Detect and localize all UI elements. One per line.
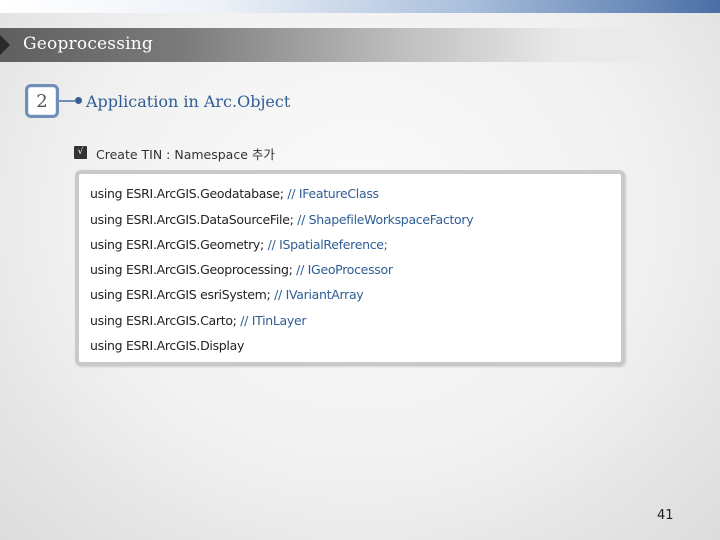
code-comment: // ISpatialReference; xyxy=(267,237,388,252)
code-line: using ESRI.ArcGIS.Geometry; // ISpatialR… xyxy=(90,237,388,252)
code-line: using ESRI.ArcGIS.Geoprocessing; // IGeo… xyxy=(90,262,393,277)
code-text: using ESRI.ArcGIS.Geometry; xyxy=(90,237,268,252)
code-text: using ESRI.ArcGIS.Geoprocessing; xyxy=(90,262,297,277)
slide-title: Geoprocessing xyxy=(23,34,154,54)
code-line: using ESRI.ArcGIS esriSystem; // IVarian… xyxy=(90,287,364,302)
code-line: using ESRI.ArcGIS.DataSourceFile; // Sha… xyxy=(90,212,474,227)
code-text: using ESRI.ArcGIS.Display xyxy=(90,338,245,353)
bullet-dot-icon xyxy=(75,97,82,104)
code-line: using ESRI.ArcGIS.Geodatabase; // IFeatu… xyxy=(90,186,379,201)
code-text: using ESRI.ArcGIS.Geodatabase; xyxy=(90,186,288,201)
code-comment: // ShapefileWorkspaceFactory xyxy=(297,212,474,227)
section-number-box: 2 xyxy=(25,84,59,118)
section-title: Application in Arc.Object xyxy=(86,92,291,111)
code-text: using ESRI.ArcGIS.Carto; xyxy=(90,313,241,328)
page-number: 41 xyxy=(657,508,674,523)
code-comment: // IVariantArray xyxy=(274,287,364,302)
code-text: using ESRI.ArcGIS.DataSourceFile; xyxy=(90,212,298,227)
code-comment: // IGeoProcessor xyxy=(296,262,393,277)
top-accent-band xyxy=(0,0,720,13)
code-line: using ESRI.ArcGIS.Display xyxy=(90,338,244,353)
code-comment: // IFeatureClass xyxy=(287,186,379,201)
code-line: using ESRI.ArcGIS.Carto; // ITinLayer xyxy=(90,313,307,328)
subtitle: Create TIN : Namespace 추가 xyxy=(96,147,275,162)
code-comment: // ITinLayer xyxy=(240,313,307,328)
header-band: Geoprocessing xyxy=(0,28,720,62)
code-text: using ESRI.ArcGIS esriSystem; xyxy=(90,287,275,302)
header-arrow-icon xyxy=(0,35,10,55)
checkbox-icon: √ xyxy=(74,146,87,159)
section-connector xyxy=(59,100,75,102)
code-box: using ESRI.ArcGIS.Geodatabase; // IFeatu… xyxy=(75,170,625,366)
section-number: 2 xyxy=(36,90,48,112)
